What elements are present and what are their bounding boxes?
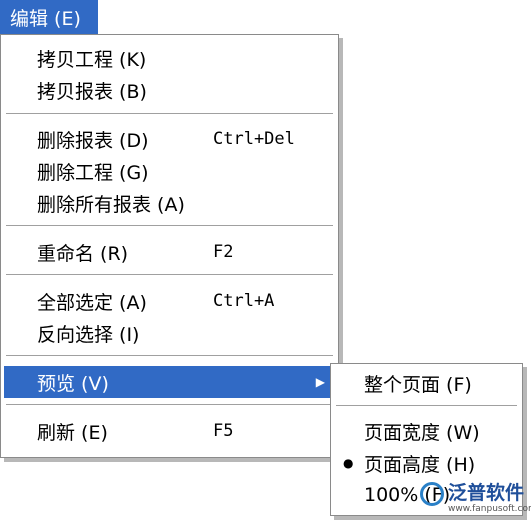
radio-bullet-icon: ● xyxy=(343,456,354,470)
menu-item-delete-project[interactable]: 删除工程 (G) xyxy=(4,155,335,187)
watermark-logo: 泛普软件 www.fanpusoft.com xyxy=(420,476,531,520)
menu-edit[interactable]: 编辑 (E) xyxy=(0,0,98,34)
menu-item-copy-project[interactable]: 拷贝工程 (K) xyxy=(4,42,335,74)
menu-item-label: 重命名 (R) xyxy=(37,242,129,265)
submenu-item-label: 整个页面 (F) xyxy=(364,373,472,396)
menu-item-rename[interactable]: 重命名 (R) F2 xyxy=(4,236,335,268)
submenu-item-whole-page[interactable]: 整个页面 (F) xyxy=(334,367,519,399)
menu-item-label: 删除工程 (G) xyxy=(37,161,149,184)
menu-item-delete-report[interactable]: 删除报表 (D) Ctrl+Del xyxy=(4,123,335,155)
logo-icon xyxy=(420,482,444,506)
menu-item-invert-selection[interactable]: 反向选择 (I) xyxy=(4,317,335,349)
menu-item-label: 删除所有报表 (A) xyxy=(37,193,185,216)
menu-item-refresh[interactable]: 刷新 (E) F5 xyxy=(4,415,335,447)
submenu-arrow-icon: ▶ xyxy=(315,375,325,389)
menu-item-label: 预览 (V) xyxy=(37,372,109,395)
menu-separator xyxy=(6,113,333,115)
menu-item-label: 拷贝工程 (K) xyxy=(37,48,147,71)
menu-separator xyxy=(336,405,517,407)
menu-item-select-all[interactable]: 全部选定 (A) Ctrl+A xyxy=(4,285,335,317)
menu-item-delete-all-reports[interactable]: 删除所有报表 (A) xyxy=(4,187,335,219)
menu-item-preview[interactable]: 预览 (V) ▶ xyxy=(4,366,335,398)
submenu-item-page-width[interactable]: 页面宽度 (W) xyxy=(334,415,519,447)
menu-item-label: 删除报表 (D) xyxy=(37,129,149,152)
menu-separator xyxy=(6,355,333,357)
submenu-item-label: 页面高度 (H) xyxy=(364,453,476,476)
watermark-text: 泛普软件 xyxy=(448,482,525,504)
watermark-url: www.fanpusoft.com xyxy=(448,504,531,514)
menu-item-shortcut: Ctrl+A xyxy=(213,291,275,311)
menu-item-label: 刷新 (E) xyxy=(37,421,108,444)
menu-item-copy-report[interactable]: 拷贝报表 (B) xyxy=(4,74,335,106)
menu-edit-label: 编辑 (E) xyxy=(10,7,81,30)
submenu-item-page-height[interactable]: ● 页面高度 (H) xyxy=(334,447,519,479)
menu-item-label: 拷贝报表 (B) xyxy=(37,80,147,103)
submenu-item-label: 页面宽度 (W) xyxy=(364,421,480,444)
edit-dropdown-menu: 拷贝工程 (K) 拷贝报表 (B) 删除报表 (D) Ctrl+Del 删除工程… xyxy=(0,34,339,458)
menu-separator xyxy=(6,274,333,276)
menu-separator xyxy=(6,404,333,406)
menu-item-label: 反向选择 (I) xyxy=(37,323,140,346)
menu-item-label: 全部选定 (A) xyxy=(37,291,147,314)
menu-item-shortcut: Ctrl+Del xyxy=(213,129,295,149)
menu-item-shortcut: F5 xyxy=(213,421,234,441)
menu-separator xyxy=(6,225,333,227)
menu-item-shortcut: F2 xyxy=(213,242,234,262)
